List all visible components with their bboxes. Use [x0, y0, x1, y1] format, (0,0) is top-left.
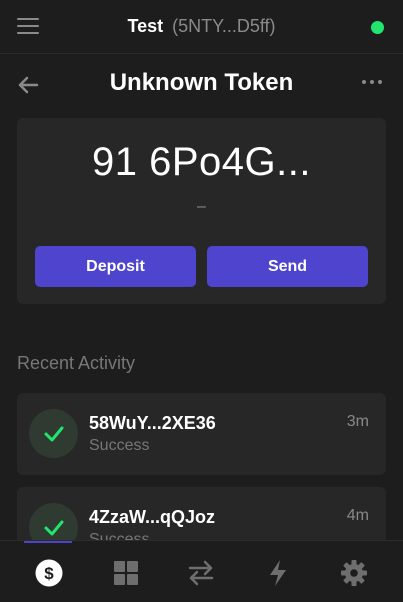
- transaction-time: 4m: [346, 507, 369, 524]
- transaction-time: 3m: [346, 413, 369, 430]
- balance-usd-value: –: [197, 198, 206, 215]
- more-horizontal-icon[interactable]: [362, 80, 388, 90]
- grid-icon[interactable]: [111, 558, 141, 588]
- svg-text:$: $: [44, 564, 54, 583]
- send-button[interactable]: Send: [207, 246, 368, 287]
- active-tab-indicator: [24, 541, 72, 543]
- swap-arrows-icon[interactable]: [186, 558, 216, 588]
- transaction-signature: 4ZzaW...qQJoz: [89, 507, 216, 527]
- token-balance: 91 6Po4G...: [92, 140, 311, 184]
- success-check-icon: [29, 409, 78, 458]
- lightning-icon[interactable]: [263, 558, 293, 588]
- transaction-signature: 58WuY...2XE36: [89, 413, 216, 433]
- page-title: Unknown Token: [109, 69, 294, 96]
- connection-status-dot: [371, 21, 384, 34]
- wallet-name[interactable]: Test: [127, 16, 163, 37]
- recent-activity-heading: Recent Activity: [17, 353, 136, 373]
- deposit-button[interactable]: Deposit: [35, 246, 196, 287]
- activity-item[interactable]: 58WuY...2XE36 Success 3m: [17, 393, 386, 475]
- wallet-address[interactable]: (5NTY...D5ff): [172, 16, 275, 37]
- transaction-status: Success: [89, 437, 150, 454]
- hamburger-menu-icon[interactable]: [17, 18, 39, 36]
- dollar-icon[interactable]: $: [34, 558, 64, 588]
- top-bar: Test (5NTY...D5ff): [0, 0, 403, 54]
- settings-gear-icon[interactable]: [339, 558, 369, 588]
- bottom-navigation: $: [0, 540, 403, 602]
- balance-card: 91 6Po4G... – Deposit Send: [17, 118, 386, 304]
